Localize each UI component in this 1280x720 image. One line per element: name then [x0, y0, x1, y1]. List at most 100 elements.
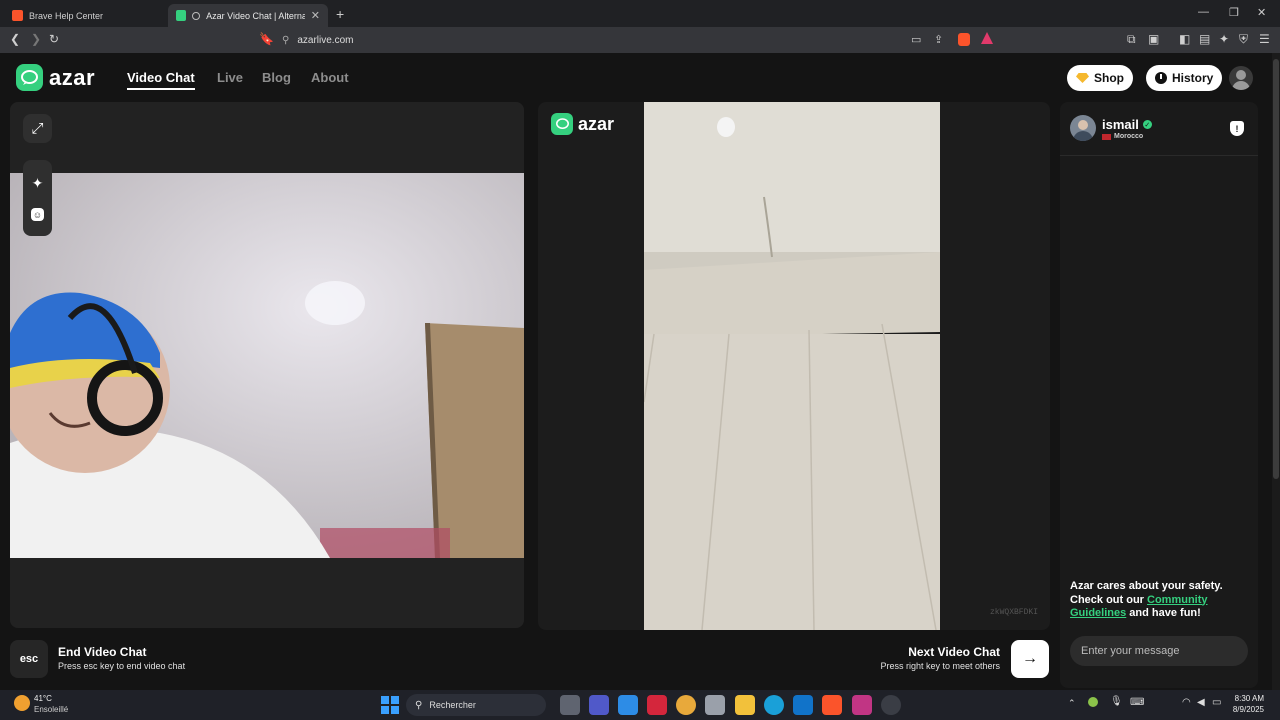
back-icon[interactable]: ❮ [10, 32, 20, 46]
nav-video-chat[interactable]: Video Chat [127, 70, 195, 90]
wps-office-icon[interactable] [647, 695, 667, 715]
vpn-icon[interactable]: ⛨ [1239, 32, 1248, 47]
shop-label: Shop [1094, 71, 1124, 85]
browser-tab-bar: Brave Help Center Azar Video Chat | Alte… [0, 0, 1280, 27]
maximize-icon[interactable]: ❐ [1229, 6, 1239, 19]
end-chat-title[interactable]: End Video Chat [58, 645, 146, 659]
tab-brave-help[interactable]: Brave Help Center [4, 4, 164, 27]
history-label: History [1172, 71, 1214, 85]
copilot-icon[interactable] [618, 695, 638, 715]
weather-sun-icon[interactable] [14, 695, 30, 711]
close-window-icon[interactable]: ✕ [1257, 6, 1266, 19]
new-tab-icon[interactable]: + [336, 6, 344, 22]
wifi-icon[interactable]: ◠ [1182, 697, 1191, 708]
address-bar[interactable]: ⚲ azarlive.com [282, 30, 1002, 50]
clock-icon [1155, 72, 1167, 84]
nav-about[interactable]: About [311, 70, 349, 85]
local-camera-feed [10, 173, 524, 558]
tab-search-icon[interactable]: ▣ [1148, 32, 1159, 46]
store-icon[interactable] [705, 695, 725, 715]
watermark-text: azar [578, 113, 615, 134]
bookmark-icon[interactable]: 🔖 [259, 32, 274, 46]
remote-camera-feed [644, 102, 940, 630]
wallet-icon[interactable]: ▤ [1199, 32, 1210, 46]
minimize-icon[interactable]: — [1198, 6, 1209, 18]
azar-logo-icon [16, 64, 43, 91]
nav-blog[interactable]: Blog [262, 70, 291, 85]
tab-azar[interactable]: Azar Video Chat | Alternative ✕ [168, 4, 328, 27]
recording-icon [192, 11, 201, 20]
next-chat-title[interactable]: Next Video Chat [840, 645, 1000, 659]
keyboard-icon[interactable]: ⌨ [1130, 697, 1144, 708]
next-chat-button[interactable]: → [1011, 640, 1049, 678]
report-shield-icon[interactable]: ! [1230, 121, 1244, 136]
sidebar-toggle-icon[interactable]: ◧ [1179, 32, 1190, 46]
sparkle-effects-icon[interactable]: ✦ [32, 175, 44, 192]
azar-logo[interactable]: azar [16, 64, 95, 91]
tab-title: Brave Help Center [29, 10, 104, 21]
safety-line1: Azar cares about your safety. [1070, 580, 1223, 592]
site-header: azar Video Chat Live Blog About Shop His… [0, 53, 1272, 101]
cast-icon[interactable]: ▭ [911, 33, 921, 46]
outlook-icon[interactable] [793, 695, 813, 715]
teams-icon[interactable] [589, 695, 609, 715]
nav-live[interactable]: Live [217, 70, 243, 85]
clock-date[interactable]: 8/9/2025 [1222, 705, 1264, 714]
profile-avatar-icon[interactable] [1229, 66, 1253, 90]
taskbar-search[interactable]: ⚲ Rechercher [406, 694, 546, 716]
file-explorer-icon[interactable] [735, 695, 755, 715]
scrollbar-thumb[interactable] [1273, 59, 1279, 479]
peer-country-row: Morocco [1102, 133, 1143, 140]
leo-ai-icon[interactable]: ✦ [1219, 32, 1229, 46]
windows-start-icon[interactable] [381, 696, 399, 714]
peer-avatar[interactable] [1070, 115, 1096, 141]
close-tab-icon[interactable]: ✕ [311, 9, 320, 22]
history-button[interactable]: History [1146, 65, 1223, 91]
reload-icon[interactable]: ↻ [49, 32, 59, 46]
weather-label: Ensoleillé [34, 705, 69, 714]
volume-icon[interactable]: ◀ [1197, 697, 1205, 708]
battery-icon[interactable]: ▭ [1212, 697, 1221, 708]
esc-key-label: esc [19, 653, 39, 665]
forward-icon[interactable]: ❯ [31, 32, 41, 46]
microphone-icon[interactable]: 🎙 [1110, 696, 1123, 707]
tab-title: Azar Video Chat | Alternative [206, 10, 305, 21]
next-chat-hint: Press right key to meet others [880, 661, 1000, 671]
remote-watermark: azar [551, 113, 614, 135]
edge-icon[interactable] [764, 695, 784, 715]
chrome-icon[interactable] [676, 695, 696, 715]
gem-icon [1076, 73, 1089, 83]
search-icon: ⚲ [415, 699, 423, 711]
share-icon[interactable]: ⇪ [934, 33, 943, 46]
peer-name-row: ismail ✓ [1102, 117, 1152, 132]
instagram-icon[interactable] [852, 695, 872, 715]
tray-chevron-icon[interactable]: ⌃ [1068, 698, 1076, 709]
site-info-icon[interactable]: ⚲ [282, 35, 289, 46]
azar-watermark-icon [551, 113, 573, 135]
safety-suffix: and have fun! [1126, 607, 1201, 619]
search-label: Rechercher [429, 700, 476, 710]
extensions-icon[interactable]: ⧉ [1127, 32, 1136, 47]
clock-time[interactable]: 8:30 AM [1228, 694, 1264, 703]
task-view-icon[interactable] [560, 695, 580, 715]
esc-key-badge[interactable]: esc [10, 640, 48, 678]
brave-rewards-icon[interactable] [981, 32, 993, 44]
shop-button[interactable]: Shop [1067, 65, 1133, 91]
message-input[interactable] [1070, 636, 1248, 666]
menu-icon[interactable]: ☰ [1259, 32, 1270, 46]
brave-taskbar-icon[interactable] [822, 695, 842, 715]
settings-icon[interactable] [881, 695, 901, 715]
chat-divider [1060, 155, 1258, 156]
safety-notice: Azar cares about your safety. Check out … [1070, 580, 1250, 621]
session-id-text: zkWQXBFDKI [990, 608, 1039, 617]
brave-icon [12, 10, 23, 21]
end-chat-hint: Press esc key to end video chat [58, 661, 186, 671]
safety-line2-prefix: Check out our [1070, 593, 1148, 606]
brave-shields-icon[interactable] [958, 33, 970, 46]
face-mask-icon[interactable]: ☺ [31, 208, 44, 221]
page-scrollbar[interactable] [1272, 53, 1280, 690]
tray-app-icon[interactable] [1088, 697, 1098, 707]
expand-button[interactable]: ⤢ [23, 114, 52, 143]
morocco-flag-icon [1102, 133, 1111, 140]
effects-toolbar: ✦ ☺ [23, 160, 52, 236]
